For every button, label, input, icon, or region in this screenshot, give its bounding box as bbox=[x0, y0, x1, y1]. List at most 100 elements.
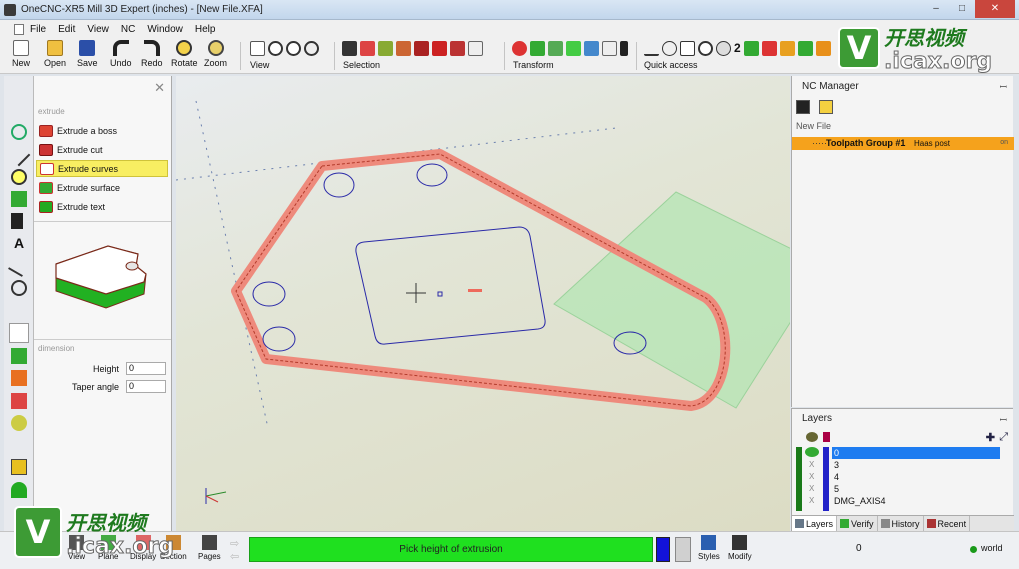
close-icon[interactable]: ✕ bbox=[154, 80, 165, 96]
move-icon[interactable] bbox=[530, 41, 545, 56]
point-tool-icon[interactable] bbox=[11, 124, 27, 140]
hole-circle[interactable] bbox=[262, 326, 296, 352]
hidden-mark[interactable]: X bbox=[809, 472, 814, 481]
extrude-surface-item[interactable]: Extrude surface bbox=[36, 179, 168, 196]
open-button[interactable]: Open bbox=[44, 40, 66, 68]
modify-button[interactable]: Modify bbox=[728, 535, 752, 561]
pin-icon[interactable]: ꟷ bbox=[1000, 80, 1007, 93]
layer-row-selected[interactable]: 0 bbox=[832, 447, 1000, 459]
trim-tool-icon[interactable] bbox=[11, 213, 23, 229]
scale-icon[interactable] bbox=[584, 41, 599, 56]
extrude-curves-item[interactable]: Extrude curves bbox=[36, 160, 168, 177]
layer-row[interactable]: 3 bbox=[832, 459, 1000, 471]
dimension-tool-icon[interactable] bbox=[8, 255, 30, 277]
mirror-icon[interactable] bbox=[548, 41, 563, 56]
rectangle-icon[interactable] bbox=[680, 41, 695, 56]
layer-row[interactable]: 5 bbox=[832, 483, 1000, 495]
new-button[interactable]: New bbox=[12, 40, 30, 68]
zoom-button[interactable]: Zoom bbox=[204, 40, 227, 68]
point-icon[interactable] bbox=[716, 41, 731, 56]
line-icon[interactable] bbox=[644, 41, 659, 56]
circle-icon[interactable] bbox=[698, 41, 713, 56]
line-tool-icon[interactable] bbox=[7, 143, 31, 167]
graphics-viewport[interactable] bbox=[176, 76, 790, 531]
zoom-fit-icon[interactable] bbox=[304, 41, 319, 56]
expand-icon[interactable]: ⤢ bbox=[999, 431, 1008, 444]
zoom-in-icon[interactable] bbox=[268, 41, 283, 56]
visibility-eye-icon[interactable] bbox=[806, 432, 818, 442]
menu-file[interactable]: File bbox=[30, 24, 46, 35]
loft-icon[interactable] bbox=[11, 415, 27, 431]
pin-icon[interactable]: ꟷ bbox=[1000, 413, 1007, 426]
cad-drawing[interactable] bbox=[176, 76, 790, 531]
settings-tool-icon[interactable] bbox=[11, 280, 27, 296]
save-button[interactable]: Save bbox=[77, 40, 98, 68]
arc-icon[interactable] bbox=[662, 41, 677, 56]
delete-icon[interactable] bbox=[512, 41, 527, 56]
hole-circle[interactable] bbox=[323, 172, 355, 198]
select-group-icon[interactable] bbox=[432, 41, 447, 56]
select-layer-icon[interactable] bbox=[450, 41, 465, 56]
styles-button[interactable]: Styles bbox=[698, 535, 720, 561]
tab-verify[interactable]: Verify bbox=[837, 516, 878, 531]
extrude-tool-icon[interactable] bbox=[9, 323, 29, 343]
view-window-icon[interactable] bbox=[250, 41, 265, 56]
cut-icon[interactable] bbox=[761, 41, 777, 56]
tab-history[interactable]: History bbox=[878, 516, 924, 531]
pages-status-button[interactable]: Pages bbox=[198, 535, 221, 561]
hole-circle[interactable] bbox=[252, 281, 286, 307]
extrude-icon[interactable] bbox=[743, 41, 759, 56]
add-layer-icon[interactable]: ✚ bbox=[986, 431, 995, 444]
machine-icon[interactable] bbox=[11, 459, 27, 475]
arrow-icon[interactable] bbox=[620, 41, 628, 56]
rotate-entity-icon[interactable] bbox=[602, 41, 617, 56]
select-solid-icon[interactable] bbox=[378, 41, 393, 56]
zoom-out-icon[interactable] bbox=[286, 41, 301, 56]
taper-angle-input[interactable]: 0 bbox=[126, 380, 166, 393]
tab-layers[interactable]: Layers bbox=[792, 516, 838, 531]
copy-icon[interactable] bbox=[566, 41, 581, 56]
hidden-mark[interactable]: X bbox=[809, 460, 814, 469]
menu-help[interactable]: Help bbox=[195, 24, 216, 35]
circle-tool-icon[interactable] bbox=[11, 169, 27, 185]
layer-row[interactable]: 4 bbox=[832, 471, 1000, 483]
select-chain-icon[interactable] bbox=[360, 41, 375, 56]
rotate-button[interactable]: Rotate bbox=[171, 40, 198, 68]
tool-library-icon[interactable] bbox=[819, 100, 833, 114]
tab-recent[interactable]: Recent bbox=[924, 516, 971, 531]
hole-circle[interactable] bbox=[416, 163, 448, 187]
color-swatch[interactable] bbox=[656, 537, 670, 562]
inner-pocket[interactable] bbox=[355, 226, 546, 345]
machine-setup-icon[interactable] bbox=[796, 100, 810, 114]
line-style-swatch[interactable] bbox=[675, 537, 691, 562]
navigation-arrows-icon[interactable]: ⇨ ⇦ bbox=[230, 537, 242, 563]
revolve-icon[interactable] bbox=[11, 370, 27, 386]
select-window-icon[interactable] bbox=[414, 41, 429, 56]
minimize-button[interactable]: – bbox=[923, 0, 949, 18]
sweep-icon[interactable] bbox=[11, 393, 27, 409]
extrude-cut-item[interactable]: Extrude cut bbox=[36, 141, 168, 158]
hidden-mark[interactable]: X bbox=[809, 496, 814, 505]
surface-icon[interactable] bbox=[797, 41, 813, 56]
shape-tool-icon[interactable] bbox=[11, 191, 27, 207]
menu-nc[interactable]: NC bbox=[121, 24, 135, 35]
undo-button[interactable]: Undo bbox=[110, 40, 132, 68]
solid-icon[interactable] bbox=[779, 41, 795, 56]
menu-edit[interactable]: Edit bbox=[58, 24, 75, 35]
solid-box-icon[interactable] bbox=[11, 348, 27, 364]
visible-eye-icon[interactable] bbox=[805, 447, 819, 457]
close-button[interactable]: ✕ bbox=[975, 0, 1015, 18]
height-input[interactable]: 0 bbox=[126, 362, 166, 375]
menu-view[interactable]: View bbox=[87, 24, 109, 35]
extrude-text-item[interactable]: Extrude text bbox=[36, 198, 168, 215]
layer-row[interactable]: DMG_AXIS4 bbox=[832, 495, 1000, 507]
hidden-mark[interactable]: X bbox=[809, 484, 814, 493]
extrude-boss-item[interactable]: Extrude a boss bbox=[36, 122, 168, 139]
toolpath-icon[interactable] bbox=[815, 41, 831, 56]
select-all-icon[interactable] bbox=[342, 41, 357, 56]
text-tool-icon[interactable]: A bbox=[11, 235, 27, 251]
toolpath-group-row[interactable]: ····· Toolpath Group #1 Haas post on bbox=[792, 137, 1014, 150]
select-grid-icon[interactable] bbox=[468, 41, 483, 56]
menu-window[interactable]: Window bbox=[147, 24, 183, 35]
color-pen-icon[interactable] bbox=[823, 432, 830, 442]
